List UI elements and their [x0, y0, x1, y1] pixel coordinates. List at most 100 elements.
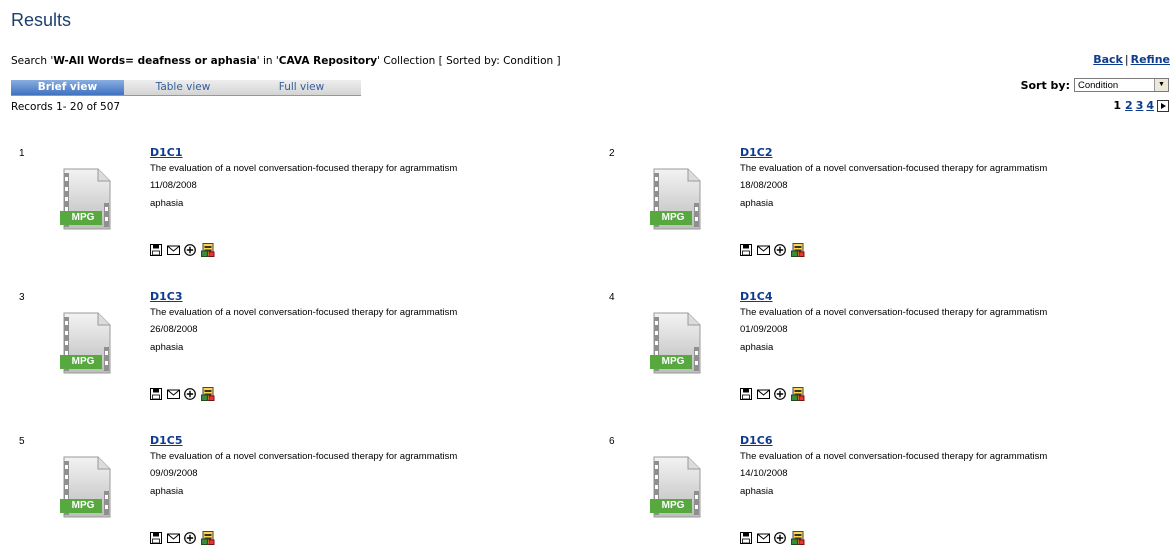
export-icon[interactable] [791, 531, 805, 545]
search-prefix: Search ' [11, 55, 54, 67]
export-icon[interactable] [201, 387, 215, 401]
refine-link[interactable]: Refine [1131, 53, 1170, 66]
search-suffix: ' Collection [ Sorted by: Condition ] [377, 55, 561, 67]
record-title: The evaluation of a novel conversation-f… [740, 163, 1048, 174]
email-icon[interactable] [757, 243, 770, 255]
record-date: 01/09/2008 [740, 324, 788, 335]
mpg-file-icon[interactable]: MPG [58, 167, 118, 231]
save-icon[interactable] [150, 387, 162, 400]
add-icon[interactable] [774, 243, 786, 256]
save-icon[interactable] [740, 387, 752, 400]
mpg-file-icon[interactable]: MPG [648, 311, 708, 375]
email-icon[interactable] [757, 531, 770, 543]
sort-label: Sort by: [1020, 78, 1070, 92]
record-number: 5 [19, 436, 25, 447]
search-query: W-All Words= deafness or aphasia [53, 55, 257, 67]
record-actions [150, 387, 215, 401]
save-icon[interactable] [740, 243, 752, 256]
page-link-4[interactable]: 4 [1146, 99, 1154, 112]
tab-table-view[interactable]: Table view [124, 80, 242, 95]
chevron-down-icon[interactable]: ▼ [1154, 79, 1168, 91]
record-number: 2 [609, 148, 615, 159]
email-icon[interactable] [167, 387, 180, 399]
view-tabs: Brief view Table view Full view [11, 80, 361, 95]
record-actions [740, 387, 805, 401]
search-summary: Search 'W-All Words= deafness or aphasia… [11, 55, 561, 67]
export-icon[interactable] [201, 531, 215, 545]
record-number: 4 [609, 292, 615, 303]
record-id-link[interactable]: D1C4 [740, 290, 773, 303]
record-date: 11/08/2008 [150, 180, 197, 191]
record-date: 14/10/2008 [740, 468, 788, 479]
thumbnail-label: MPG [71, 212, 95, 223]
record-id-link[interactable]: D1C2 [740, 146, 773, 159]
add-icon[interactable] [184, 531, 196, 544]
email-icon[interactable] [167, 243, 180, 255]
thumbnail-label: MPG [71, 356, 95, 367]
add-icon[interactable] [184, 387, 196, 400]
thumbnail-label: MPG [661, 500, 685, 511]
record-date: 26/08/2008 [150, 324, 198, 335]
thumbnail-label: MPG [661, 212, 685, 223]
search-middle: ' in ' [256, 55, 279, 67]
record-condition: aphasia [740, 342, 774, 353]
page-link-3[interactable]: 3 [1136, 99, 1144, 112]
record-number: 1 [19, 148, 25, 159]
record-id-link[interactable]: D1C3 [150, 290, 183, 303]
record-title: The evaluation of a novel conversation-f… [150, 307, 458, 318]
add-icon[interactable] [184, 243, 196, 256]
record-condition: aphasia [150, 198, 184, 209]
record-item: 3 MPG D1C3 The evaluation of a novel conver… [19, 290, 559, 405]
page-link-2[interactable]: 2 [1125, 99, 1133, 112]
record-id-link[interactable]: D1C6 [740, 434, 773, 447]
records-count: Records 1- 20 of 507 [11, 101, 121, 113]
mpg-file-icon[interactable]: MPG [58, 311, 118, 375]
save-icon[interactable] [150, 243, 162, 256]
record-item: 1 MPG D1C1 The evaluation of a novel conver… [19, 146, 559, 261]
current-page: 1 [1113, 99, 1122, 112]
record-item: 2 MPG D1C2 The evaluation of a novel conver… [609, 146, 1149, 261]
sort-select[interactable]: Condition ▼ [1074, 78, 1169, 92]
top-links: Back | Refine [1093, 53, 1170, 66]
email-icon[interactable] [167, 531, 180, 543]
export-icon[interactable] [201, 243, 215, 257]
page-title: Results [11, 10, 72, 30]
pagination: 1 2 3 4 [1113, 99, 1169, 112]
record-title: The evaluation of a novel conversation-f… [150, 451, 458, 462]
save-icon[interactable] [150, 531, 162, 544]
tab-underline [11, 95, 361, 96]
record-number: 6 [609, 436, 615, 447]
record-actions [150, 243, 215, 257]
mpg-file-icon[interactable]: MPG [648, 167, 708, 231]
next-page-icon[interactable] [1157, 99, 1169, 112]
back-link[interactable]: Back [1093, 53, 1123, 66]
record-actions [740, 531, 805, 545]
record-number: 3 [19, 292, 25, 303]
record-condition: aphasia [150, 342, 184, 353]
record-title: The evaluation of a novel conversation-f… [740, 451, 1048, 462]
record-item: 5 MPG D1C5 The evaluation of a novel conver… [19, 434, 559, 549]
mpg-file-icon[interactable]: MPG [648, 455, 708, 519]
save-icon[interactable] [740, 531, 752, 544]
record-id-link[interactable]: D1C1 [150, 146, 183, 159]
add-icon[interactable] [774, 387, 786, 400]
record-condition: aphasia [150, 486, 184, 497]
mpg-file-icon[interactable]: MPG [58, 455, 118, 519]
record-condition: aphasia [740, 198, 774, 209]
tab-full-view[interactable]: Full view [242, 80, 361, 95]
record-condition: aphasia [740, 486, 774, 497]
export-icon[interactable] [791, 243, 805, 257]
record-title: The evaluation of a novel conversation-f… [740, 307, 1048, 318]
thumbnail-label: MPG [661, 356, 685, 367]
email-icon[interactable] [757, 387, 770, 399]
sort-selected-value: Condition [1078, 80, 1119, 91]
export-icon[interactable] [791, 387, 805, 401]
search-collection: CAVA Repository [278, 55, 378, 67]
record-item: 6 MPG D1C6 The evaluation of a novel conver… [609, 434, 1149, 549]
record-actions [740, 243, 805, 257]
record-title: The evaluation of a novel conversation-f… [150, 163, 458, 174]
add-icon[interactable] [774, 531, 786, 544]
record-id-link[interactable]: D1C5 [150, 434, 183, 447]
tab-brief-view[interactable]: Brief view [11, 80, 124, 95]
record-date: 18/08/2008 [740, 180, 788, 191]
